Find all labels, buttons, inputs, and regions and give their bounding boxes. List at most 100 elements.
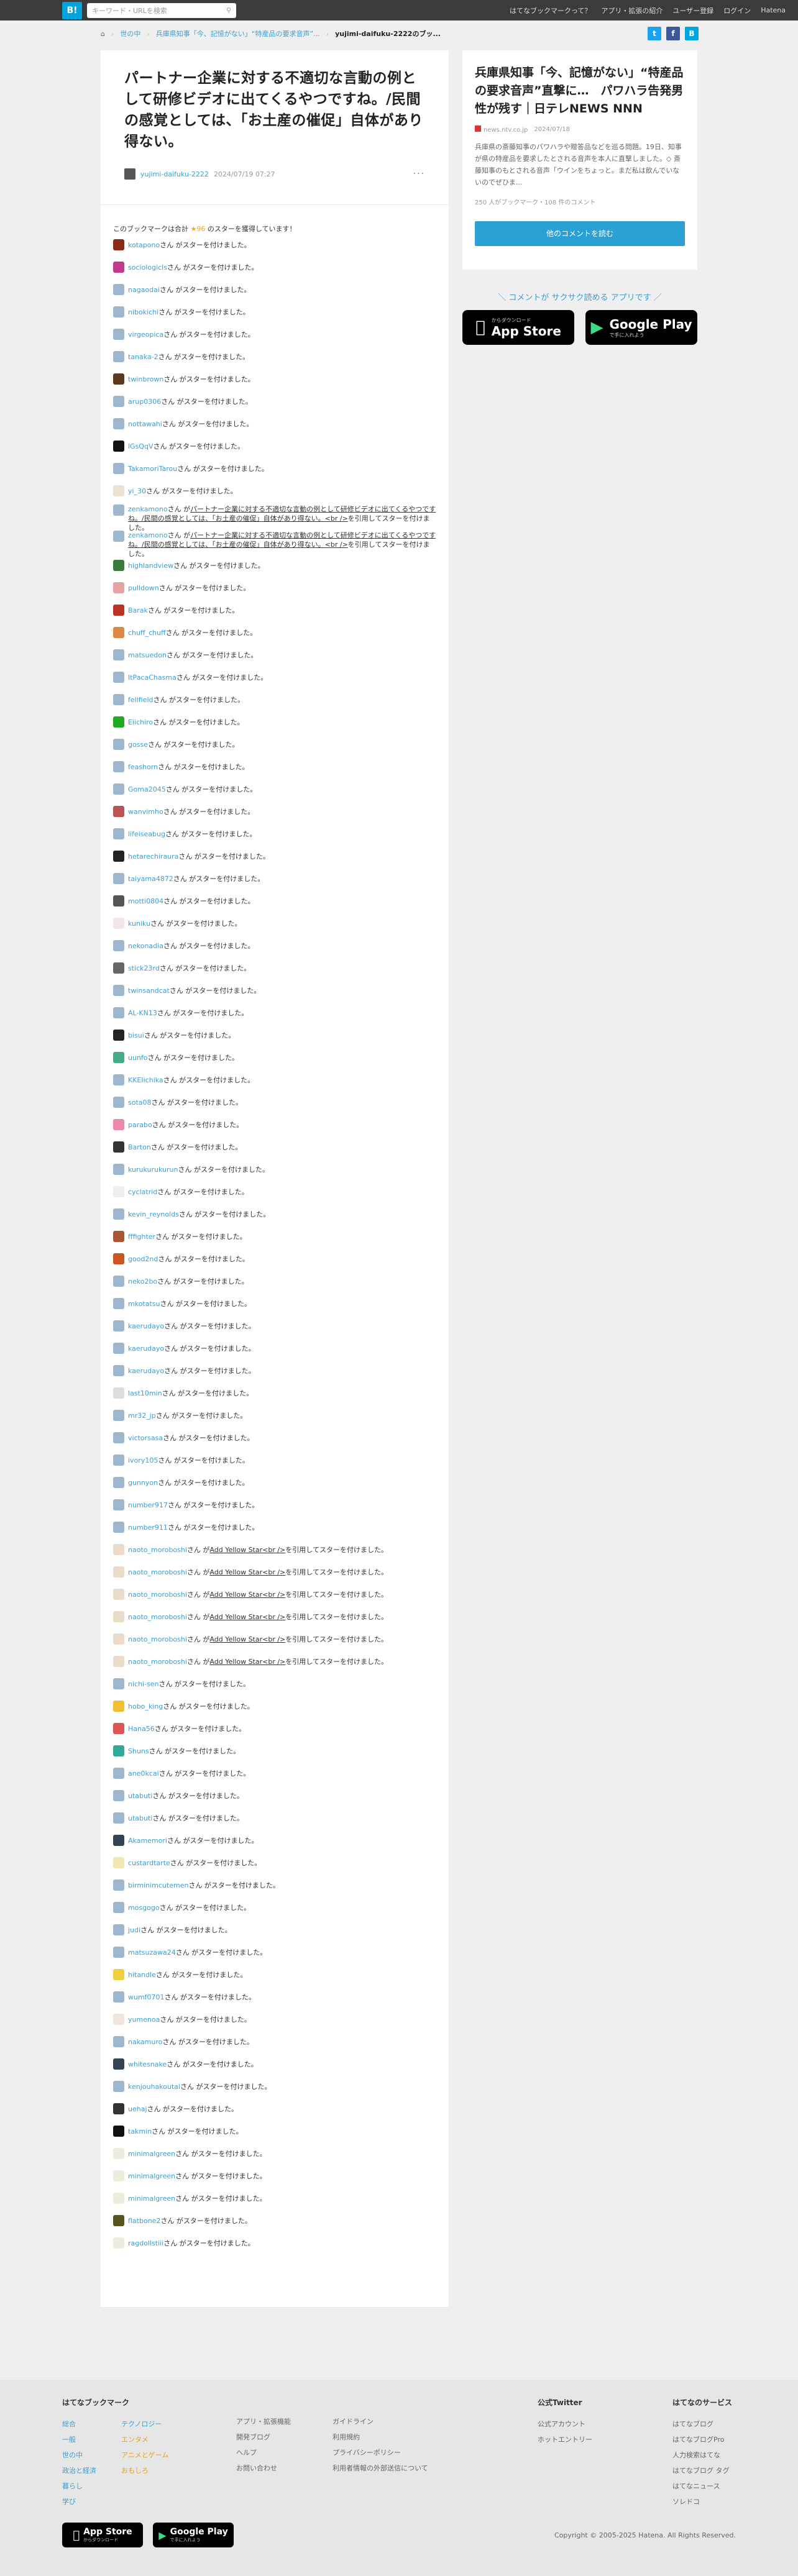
footer-link[interactable]: 公式アカウント [538,2416,672,2432]
user-avatar[interactable] [113,2058,124,2070]
star-user-link[interactable]: uehaj [128,2105,147,2113]
user-avatar[interactable] [113,2014,124,2025]
user-avatar[interactable] [113,284,124,295]
nav-register[interactable]: ユーザー登録 [672,6,713,16]
user-avatar[interactable] [113,1969,124,1980]
star-user-link[interactable]: yi_30 [128,487,146,495]
star-user-link[interactable]: utabuti [128,1814,152,1822]
user-avatar[interactable] [113,441,124,452]
user-avatar[interactable] [113,962,124,974]
user-avatar[interactable] [113,806,124,817]
user-avatar[interactable] [113,783,124,795]
footer-link[interactable]: 学び [62,2494,96,2510]
star-user-link[interactable]: twinbrown [128,375,163,383]
breadcrumb-entry[interactable]: 兵庫県知事「今、記憶がない」“特産品の要求音声”... [156,29,320,39]
related-entry-counts[interactable]: 250 人がブックマーク・108 件のコメント [475,197,685,206]
star-user-link[interactable]: hobo_king [128,1702,163,1710]
user-avatar[interactable] [113,2237,124,2249]
star-user-link[interactable]: matsuedon [128,651,167,659]
user-avatar[interactable] [113,1231,124,1242]
star-user-link[interactable]: minimalgreen [128,2195,175,2203]
star-user-link[interactable]: number917 [128,1501,168,1509]
footer-link[interactable]: 利用者情報の外部送信について [332,2460,538,2476]
star-user-link[interactable]: judi [128,1926,140,1934]
user-avatar[interactable] [113,1097,124,1108]
breadcrumb-category[interactable]: 世の中 [120,29,140,39]
star-user-link[interactable]: hitandle [128,1971,156,1979]
user-avatar[interactable] [113,1253,124,1264]
more-menu-icon[interactable]: ··· [413,169,425,179]
nav-about[interactable]: はてなブックマークって？ [510,6,591,16]
user-avatar[interactable] [113,1768,124,1779]
user-avatar[interactable] [113,895,124,907]
user-avatar[interactable] [113,1924,124,1935]
star-user-link[interactable]: yumenoa [128,2016,160,2024]
user-avatar[interactable] [113,2126,124,2137]
star-user-link[interactable]: nakamuro [128,2038,162,2046]
user-avatar[interactable] [113,1186,124,1197]
user-avatar[interactable] [113,1701,124,1712]
star-user-link[interactable]: chuff_chuff [128,629,166,637]
user-avatar[interactable] [113,1723,124,1734]
user-avatar[interactable] [113,1074,124,1085]
user-avatar[interactable] [113,649,124,660]
star-user-link[interactable]: birminimcutemen [128,1881,188,1889]
user-avatar[interactable] [113,2036,124,2047]
star-user-link[interactable]: minimalgreen [128,2172,175,2180]
star-user-link[interactable]: naoto_moroboshi [128,1635,187,1643]
star-user-link[interactable]: gunnyon [128,1479,158,1487]
star-user-link[interactable]: sociologicls [128,263,167,272]
star-user-link[interactable]: hetarechiraura [128,852,178,861]
star-user-link[interactable]: kaerudayo [128,1367,164,1375]
footer-link[interactable]: テクノロジー [121,2416,168,2432]
user-avatar[interactable] [113,1589,124,1600]
star-user-link[interactable]: custardtarte [128,1859,170,1867]
footer-link[interactable]: 開発ブログ [236,2429,332,2445]
user-avatar[interactable] [113,463,124,474]
search-icon[interactable]: ⚲ [226,6,231,14]
star-user-link[interactable]: zenkamono [128,505,168,513]
user-avatar[interactable] [113,2081,124,2092]
user-avatar[interactable] [113,1499,124,1510]
star-user-link[interactable]: bisui [128,1031,144,1039]
user-avatar[interactable] [113,582,124,593]
user-avatar[interactable] [113,694,124,705]
footer-link[interactable]: はてなブログ [672,2416,732,2432]
footer-link[interactable]: はてなブログ タグ [672,2463,732,2478]
star-user-link[interactable]: cyclatrid [128,1188,157,1196]
star-user-link[interactable]: takmin [128,2127,152,2135]
star-user-link[interactable]: Akamemori [128,1837,167,1845]
star-user-link[interactable]: kuniku [128,920,150,928]
star-user-link[interactable]: kevin_reynolds [128,1210,179,1218]
user-avatar[interactable] [113,485,124,496]
search-input[interactable]: キーワード・URLを検索 ⚲ [87,2,236,18]
star-user-link[interactable]: Hana56 [128,1725,155,1733]
star-user-link[interactable]: fffighter [128,1233,155,1241]
user-avatar[interactable] [113,1119,124,1130]
footer-link[interactable]: はてなニュース [672,2478,732,2494]
star-user-link[interactable]: ane0kcai [128,1770,159,1778]
star-user-link[interactable]: ivory105 [128,1456,158,1464]
star-user-link[interactable]: nagaodai [128,286,160,294]
star-user-link[interactable]: kaerudayo [128,1322,164,1330]
user-avatar[interactable] [113,985,124,996]
star-user-link[interactable]: Barak [128,606,148,614]
star-user-link[interactable]: taiyama4872 [128,875,173,883]
star-user-link[interactable]: nekonadia [128,942,163,950]
star-user-link[interactable]: gosse [128,741,148,749]
user-avatar[interactable] [113,1566,124,1578]
star-user-link[interactable]: virgeopica [128,331,163,339]
star-user-link[interactable]: matsuzawa24 [128,1948,176,1957]
star-user-link[interactable]: wumf0701 [128,1993,165,2001]
star-user-link[interactable]: neko2bo [128,1277,157,1286]
footer-link[interactable]: 一般 [62,2432,96,2447]
star-user-link[interactable]: arup0306 [128,398,161,406]
star-user-link[interactable]: wanvimho [128,808,163,816]
footer-app-store-button[interactable]:  App Storeからダウンロード [62,2523,143,2547]
star-user-link[interactable]: AL-KN13 [128,1009,157,1017]
user-avatar[interactable] [113,851,124,862]
star-user-link[interactable]: victorsasa [128,1434,163,1442]
user-avatar[interactable] [113,1522,124,1533]
star-user-link[interactable]: good2nd [128,1255,158,1263]
user-avatar[interactable] [113,2170,124,2181]
